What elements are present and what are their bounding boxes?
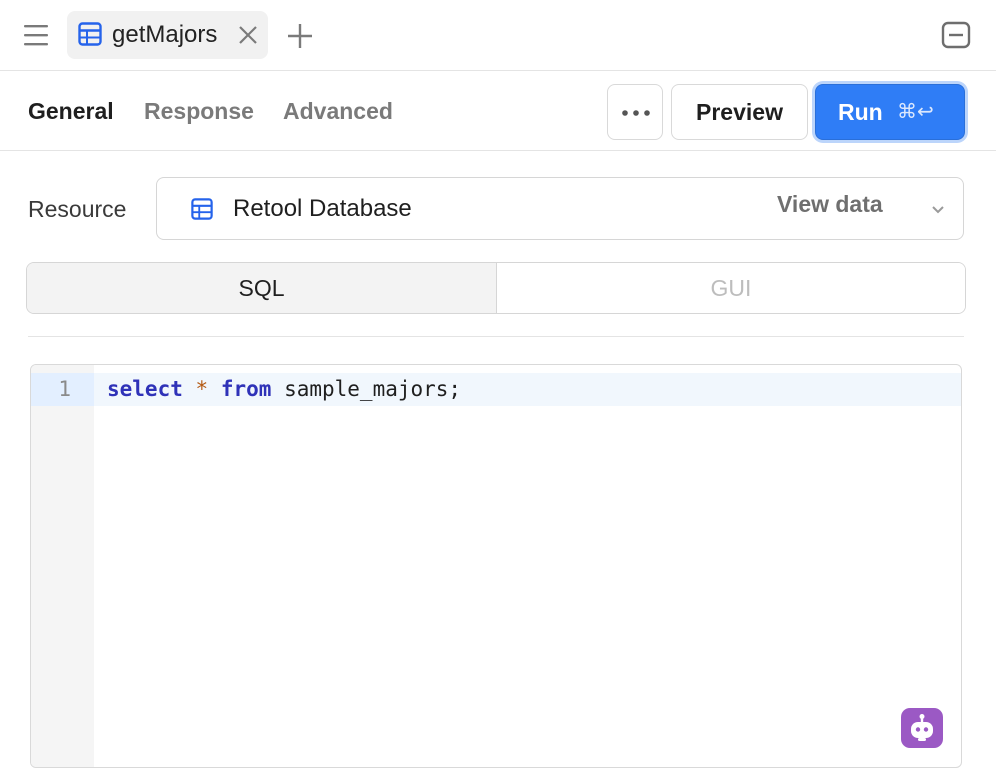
tab-response[interactable]: Response: [144, 97, 254, 125]
resource-name: Retool Database: [233, 195, 412, 222]
more-options-button[interactable]: [607, 84, 663, 140]
query-mode-toggle: SQL GUI: [26, 262, 966, 314]
run-shortcut-hint: ⌘↩: [897, 101, 934, 123]
chevron-down-icon: [932, 206, 944, 214]
resource-select[interactable]: Retool Database View data: [156, 177, 964, 240]
tab-title: getMajors: [112, 21, 218, 48]
sql-mode-option[interactable]: SQL: [27, 263, 497, 313]
close-icon[interactable]: [236, 23, 260, 47]
tab-general[interactable]: General: [28, 97, 114, 125]
robot-icon: [911, 714, 933, 741]
view-data-link[interactable]: View data: [777, 190, 883, 218]
query-tab-bar: getMajors: [0, 0, 996, 71]
plus-icon[interactable]: [286, 22, 314, 50]
resource-label: Resource: [28, 196, 127, 222]
operator-token: *: [195, 377, 209, 401]
sql-editor[interactable]: 1 select * from sample_majors;: [30, 364, 962, 768]
run-button[interactable]: Run ⌘↩: [815, 84, 965, 140]
menu-icon[interactable]: [22, 22, 50, 48]
gui-mode-option[interactable]: GUI: [497, 263, 965, 313]
more-horizontal-icon: [622, 110, 650, 116]
code-line[interactable]: select * from sample_majors;: [107, 373, 461, 406]
keyword-token: select: [107, 377, 183, 401]
query-tab[interactable]: getMajors: [67, 11, 268, 59]
line-number: 1: [58, 377, 71, 401]
editor-gutter: [31, 365, 94, 767]
table-icon: [191, 198, 213, 220]
collapse-panel-icon[interactable]: [941, 21, 971, 49]
section-divider: [28, 336, 964, 337]
ai-assistant-button[interactable]: [901, 708, 943, 748]
header-divider: [0, 150, 996, 151]
table-icon: [78, 22, 102, 46]
identifier-token: sample_majors;: [284, 377, 462, 401]
preview-button[interactable]: Preview: [671, 84, 808, 140]
keyword-token: from: [220, 377, 272, 401]
run-label: Run: [838, 99, 883, 125]
tab-advanced[interactable]: Advanced: [283, 97, 393, 125]
